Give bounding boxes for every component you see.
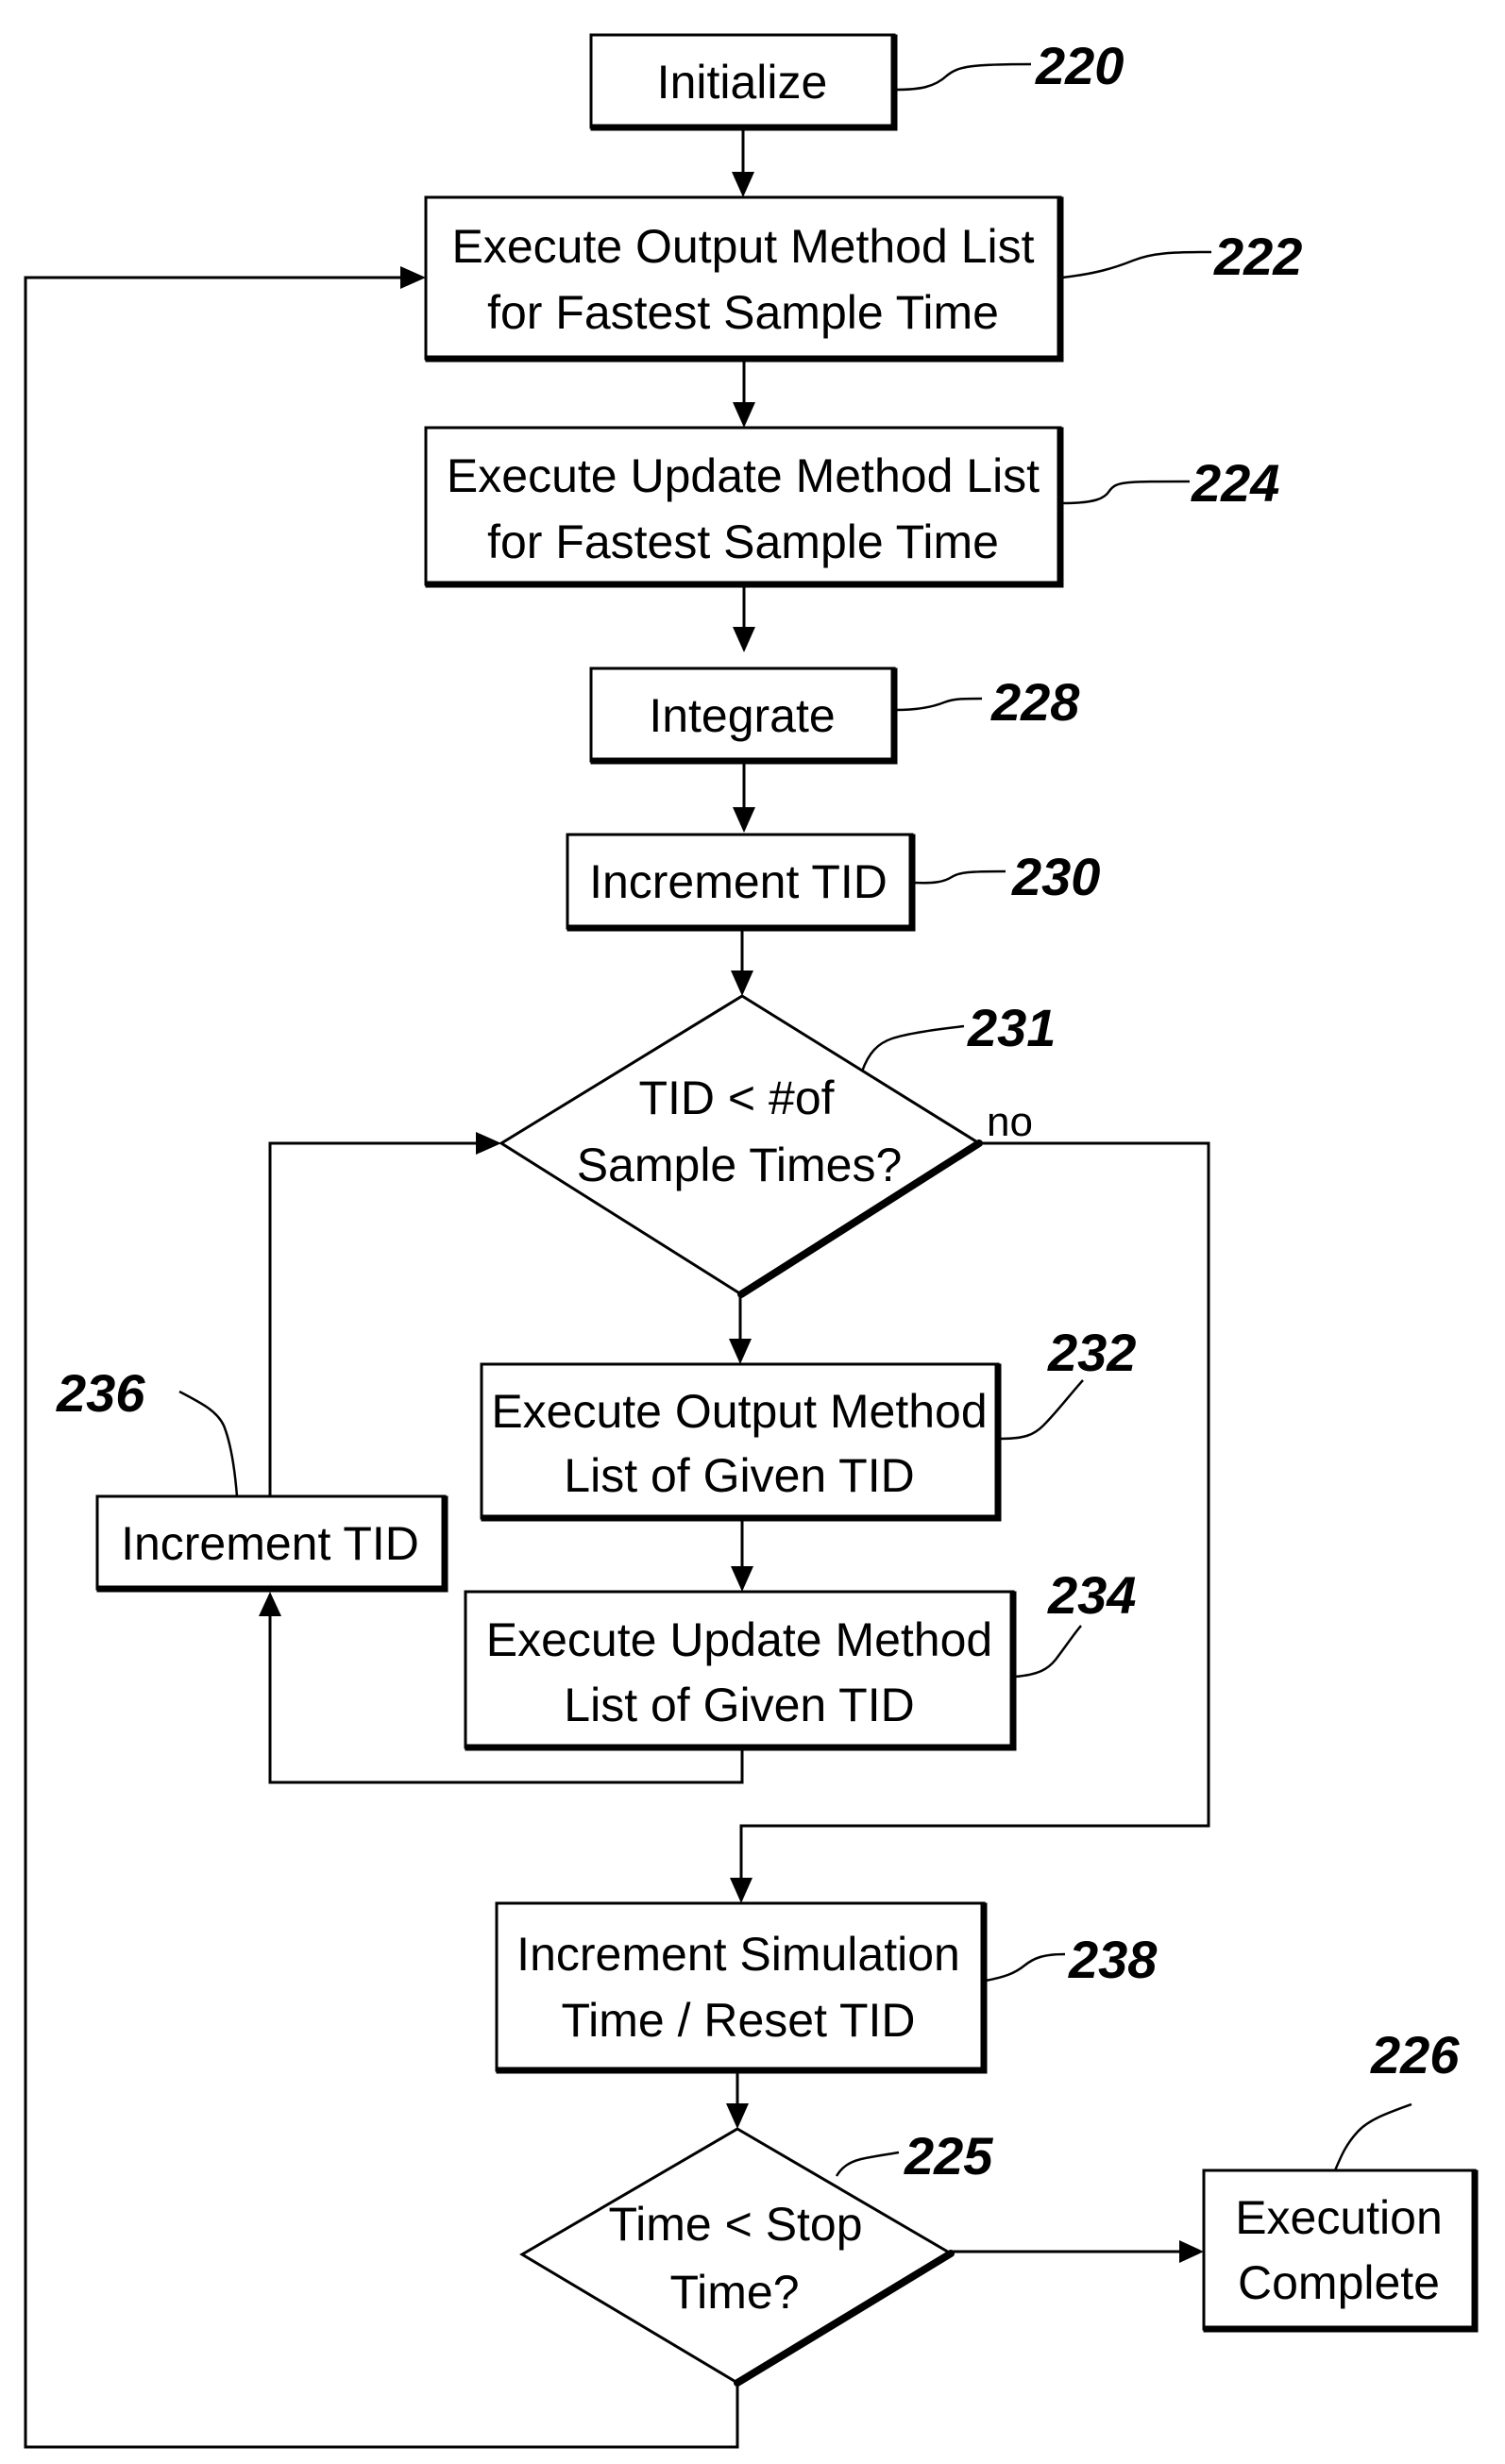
node-increment-tid-loop: Increment TID xyxy=(95,1494,448,1593)
ref-232: 232 xyxy=(1047,1323,1136,1382)
ref-225: 225 xyxy=(904,2126,993,2186)
node-increment-sim-time-line-1: Increment Simulation xyxy=(516,1928,960,1981)
leader-222 xyxy=(1061,250,1212,279)
node-tid-decision-line-2: Sample Times? xyxy=(577,1139,903,1191)
ref-238: 238 xyxy=(1068,1930,1158,1989)
leader-236 xyxy=(178,1390,239,1497)
ref-236: 236 xyxy=(56,1363,145,1423)
node-exec-output-given: Execute Output Method List of Given TID xyxy=(480,1362,1002,1522)
arrowhead-right xyxy=(1179,2240,1204,2263)
node-exec-update-fastest-line-2: for Fastest Sample Time xyxy=(487,515,999,568)
arrowhead-right xyxy=(400,266,426,289)
node-exec-update-given-line-2: List of Given TID xyxy=(564,1679,914,1731)
arrowhead-down xyxy=(732,172,754,197)
node-exec-output-fastest-line-2: for Fastest Sample Time xyxy=(487,286,999,339)
node-exec-output-given-line-1: Execute Output Method xyxy=(491,1385,987,1438)
leader-230 xyxy=(913,869,1006,885)
node-exec-update-fastest-line-1: Execute Update Method List xyxy=(447,449,1040,502)
node-exec-update-given-line-1: Execute Update Method xyxy=(486,1613,992,1666)
arrowhead-down xyxy=(730,1878,752,1903)
edge-label-no: no xyxy=(987,1099,1033,1145)
node-initialize: Initialize xyxy=(589,33,898,131)
arrowhead-down xyxy=(726,2103,749,2129)
node-exec-update-given: Execute Update Method List of Given TID xyxy=(464,1590,1017,1751)
ref-226: 226 xyxy=(1370,2025,1460,2084)
node-time-decision-line-2: Time? xyxy=(669,2266,799,2319)
node-execution-complete: Execution Complete xyxy=(1202,2169,1479,2333)
ref-234: 234 xyxy=(1047,1565,1136,1625)
connector-increment-tid-loop-to-decision xyxy=(268,1141,476,1496)
connector-decision-loop-to-exec-output xyxy=(24,276,739,2449)
node-increment-tid-loop-label: Increment TID xyxy=(121,1517,419,1570)
leader-228 xyxy=(895,697,983,712)
ref-230: 230 xyxy=(1011,847,1100,906)
ref-231: 231 xyxy=(967,998,1056,1057)
ref-228: 228 xyxy=(990,672,1080,732)
arrowhead-down xyxy=(733,627,755,652)
leader-234 xyxy=(1014,1625,1082,1679)
arrowhead-down xyxy=(733,807,755,833)
node-increment-sim-time-line-2: Time / Reset TID xyxy=(561,1994,915,2047)
arrowhead-down xyxy=(729,1339,752,1364)
node-increment-sim-time: Increment Simulation Time / Reset TID xyxy=(495,1901,988,2074)
leader-225 xyxy=(835,2151,900,2177)
ref-222: 222 xyxy=(1213,227,1302,286)
node-integrate-label: Integrate xyxy=(649,689,835,742)
node-exec-output-fastest-line-1: Execute Output Method List xyxy=(451,220,1034,273)
node-integrate: Integrate xyxy=(589,667,898,765)
ref-220: 220 xyxy=(1035,36,1124,95)
arrowhead-down xyxy=(733,402,755,428)
node-increment-tid-label: Increment TID xyxy=(589,855,888,908)
node-execution-complete-line-1: Execution xyxy=(1235,2191,1443,2244)
leader-224 xyxy=(1061,480,1191,505)
ref-224: 224 xyxy=(1191,453,1279,513)
node-tid-decision: TID < #of Sample Times? xyxy=(499,994,983,1298)
leader-226 xyxy=(1333,2102,1412,2171)
leader-220 xyxy=(895,62,1032,92)
node-exec-output-given-line-2: List of Given TID xyxy=(564,1449,914,1502)
arrowhead-down xyxy=(731,1566,753,1592)
flowchart: Initialize Execute Output Method List fo… xyxy=(24,33,1479,2449)
arrowhead-down xyxy=(731,970,753,996)
leader-238 xyxy=(985,1952,1066,1983)
leader-232 xyxy=(999,1379,1084,1441)
arrowhead-up xyxy=(259,1592,281,1616)
leader-231 xyxy=(860,1024,965,1072)
node-initialize-label: Initialize xyxy=(657,56,828,109)
node-execution-complete-line-2: Complete xyxy=(1238,2256,1440,2309)
node-exec-output-fastest: Execute Output Method List for Fastest S… xyxy=(424,195,1064,363)
node-increment-tid: Increment TID xyxy=(566,833,916,932)
node-time-decision-line-1: Time < Stop xyxy=(608,2198,862,2251)
node-exec-update-fastest: Execute Update Method List for Fastest S… xyxy=(424,426,1064,588)
arrowhead-right xyxy=(476,1132,501,1155)
node-tid-decision-line-1: TID < #of xyxy=(638,1072,834,1124)
node-time-decision: Time < Stop Time? xyxy=(519,2127,955,2387)
